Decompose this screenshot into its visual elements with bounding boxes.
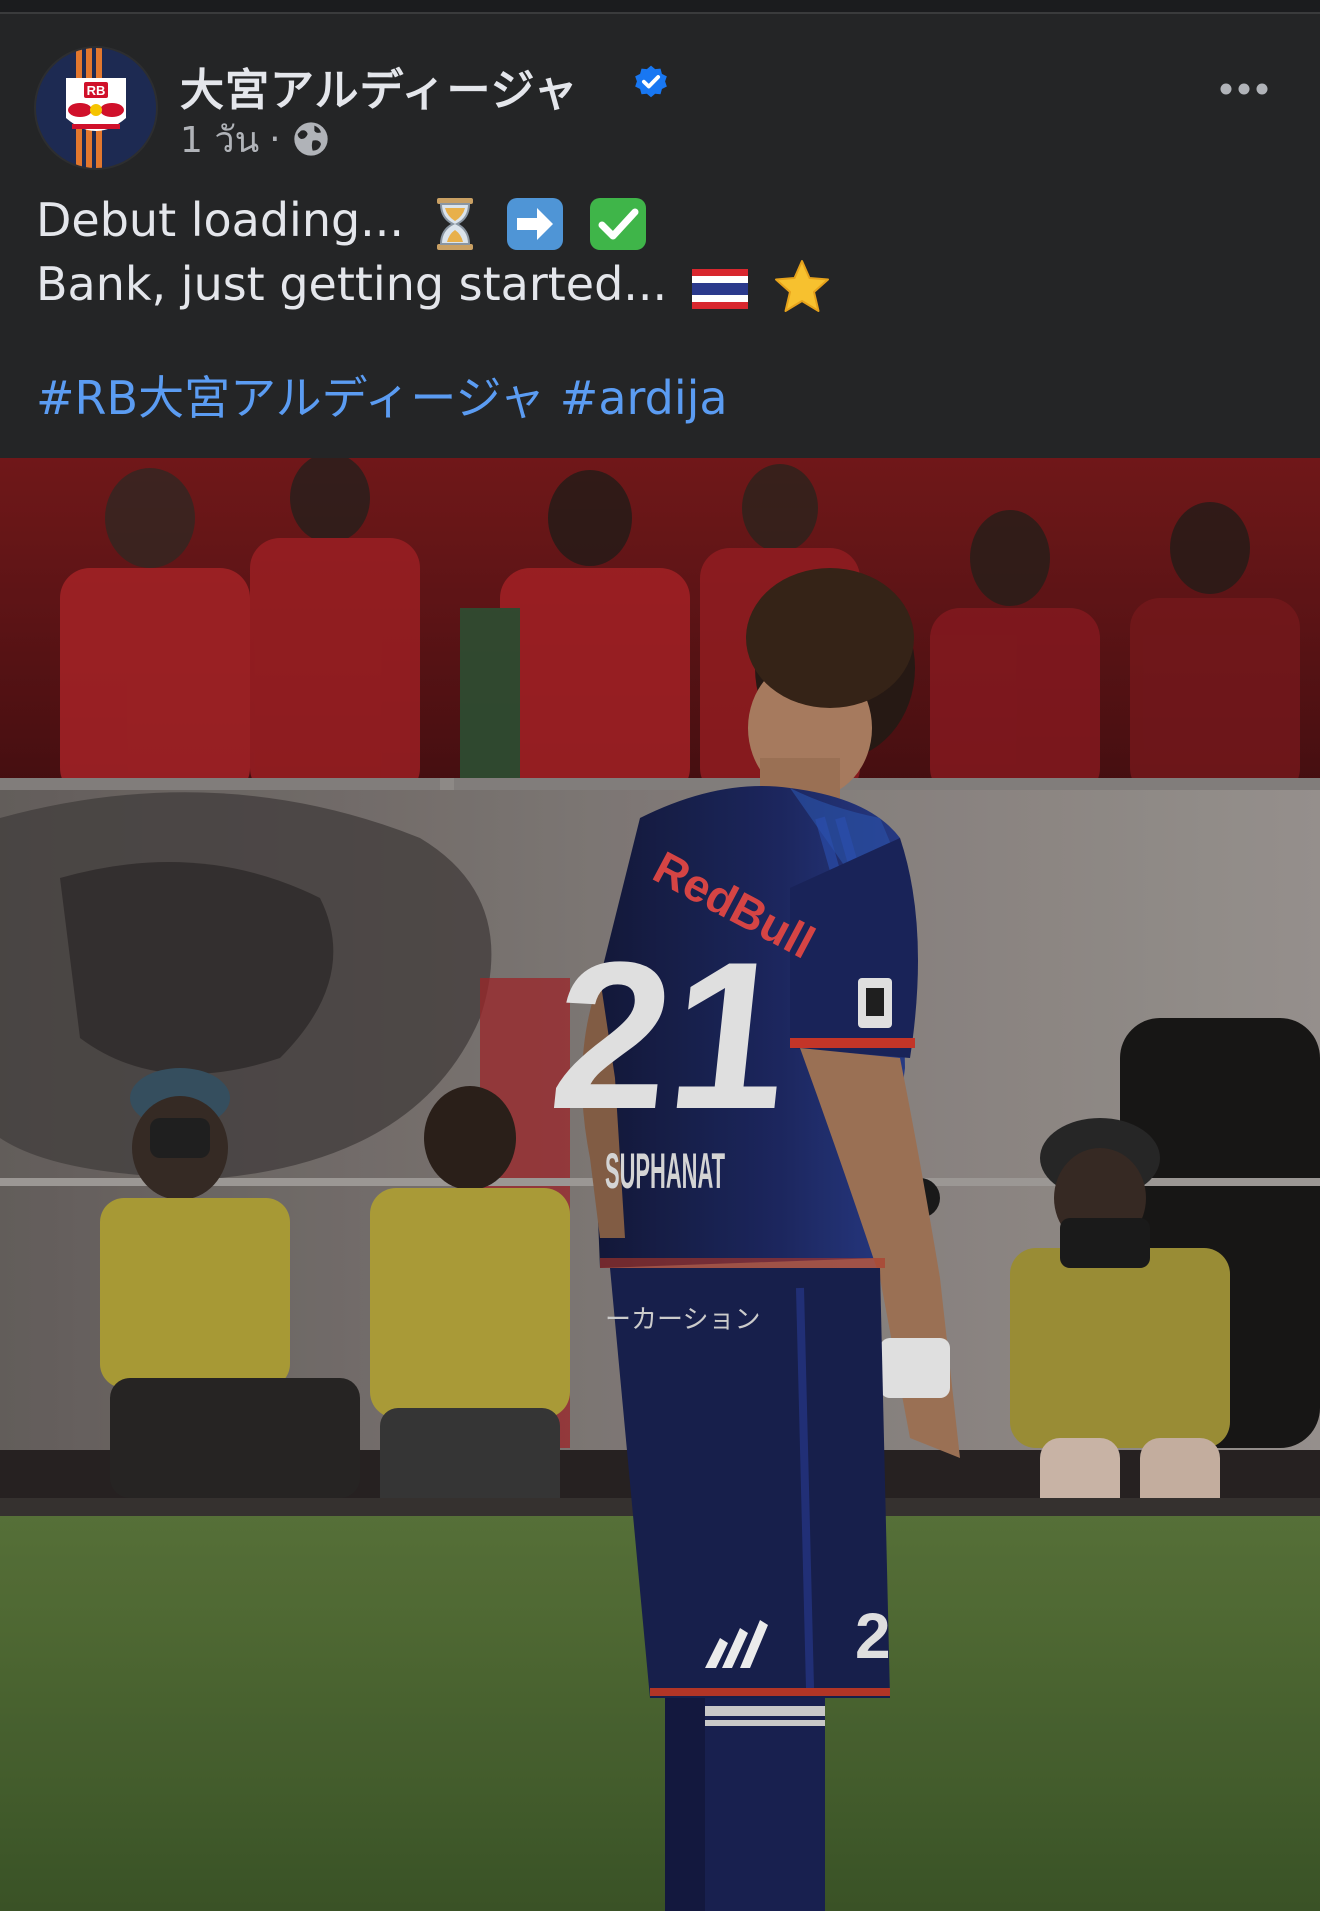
more-options-button[interactable] bbox=[1204, 64, 1284, 114]
more-dots-icon bbox=[1220, 83, 1268, 95]
star-emoji bbox=[775, 260, 830, 312]
verified-badge-icon bbox=[635, 65, 667, 98]
hourglass-emoji bbox=[436, 197, 473, 250]
page-name[interactable]: 大宮アルディージャ bbox=[180, 54, 578, 118]
page-avatar[interactable]: RB bbox=[36, 48, 156, 168]
post-text-line-2: Bank, just getting started... bbox=[36, 254, 1276, 318]
thailand-flag-emoji bbox=[691, 269, 748, 309]
avatar-logo-text: RB bbox=[87, 83, 106, 98]
player-photo: RedBull 21 SUPHANAT ーカーション 2 bbox=[0, 458, 1320, 1911]
globe-icon bbox=[293, 122, 328, 156]
post-meta: 1 วัน · bbox=[180, 114, 331, 164]
meta-separator: · bbox=[269, 118, 281, 160]
top-divider bbox=[0, 0, 1320, 14]
post-text-line-1-text: Debut loading... bbox=[36, 193, 405, 247]
post-timestamp[interactable]: 1 วัน bbox=[180, 111, 259, 168]
post-text: Debut loading... Bank, just getting star… bbox=[36, 190, 1276, 317]
hashtag-ardija[interactable]: #ardija bbox=[560, 371, 728, 425]
arrow-right-emoji bbox=[507, 197, 564, 250]
post-photo[interactable]: RedBull 21 SUPHANAT ーカーション 2 bbox=[0, 458, 1320, 1911]
post-text-line-1: Debut loading... bbox=[36, 190, 1276, 254]
check-mark-emoji bbox=[589, 197, 646, 250]
hashtag-rb-omiya[interactable]: #RB大宮アルディージャ bbox=[36, 371, 545, 425]
post-header: RB 大宮アルディージャ 1 วัน · bbox=[0, 14, 1320, 168]
hashtags: #RB大宮アルディージャ #ardija bbox=[36, 368, 728, 428]
post-text-line-2-text: Bank, just getting started... bbox=[36, 256, 668, 311]
